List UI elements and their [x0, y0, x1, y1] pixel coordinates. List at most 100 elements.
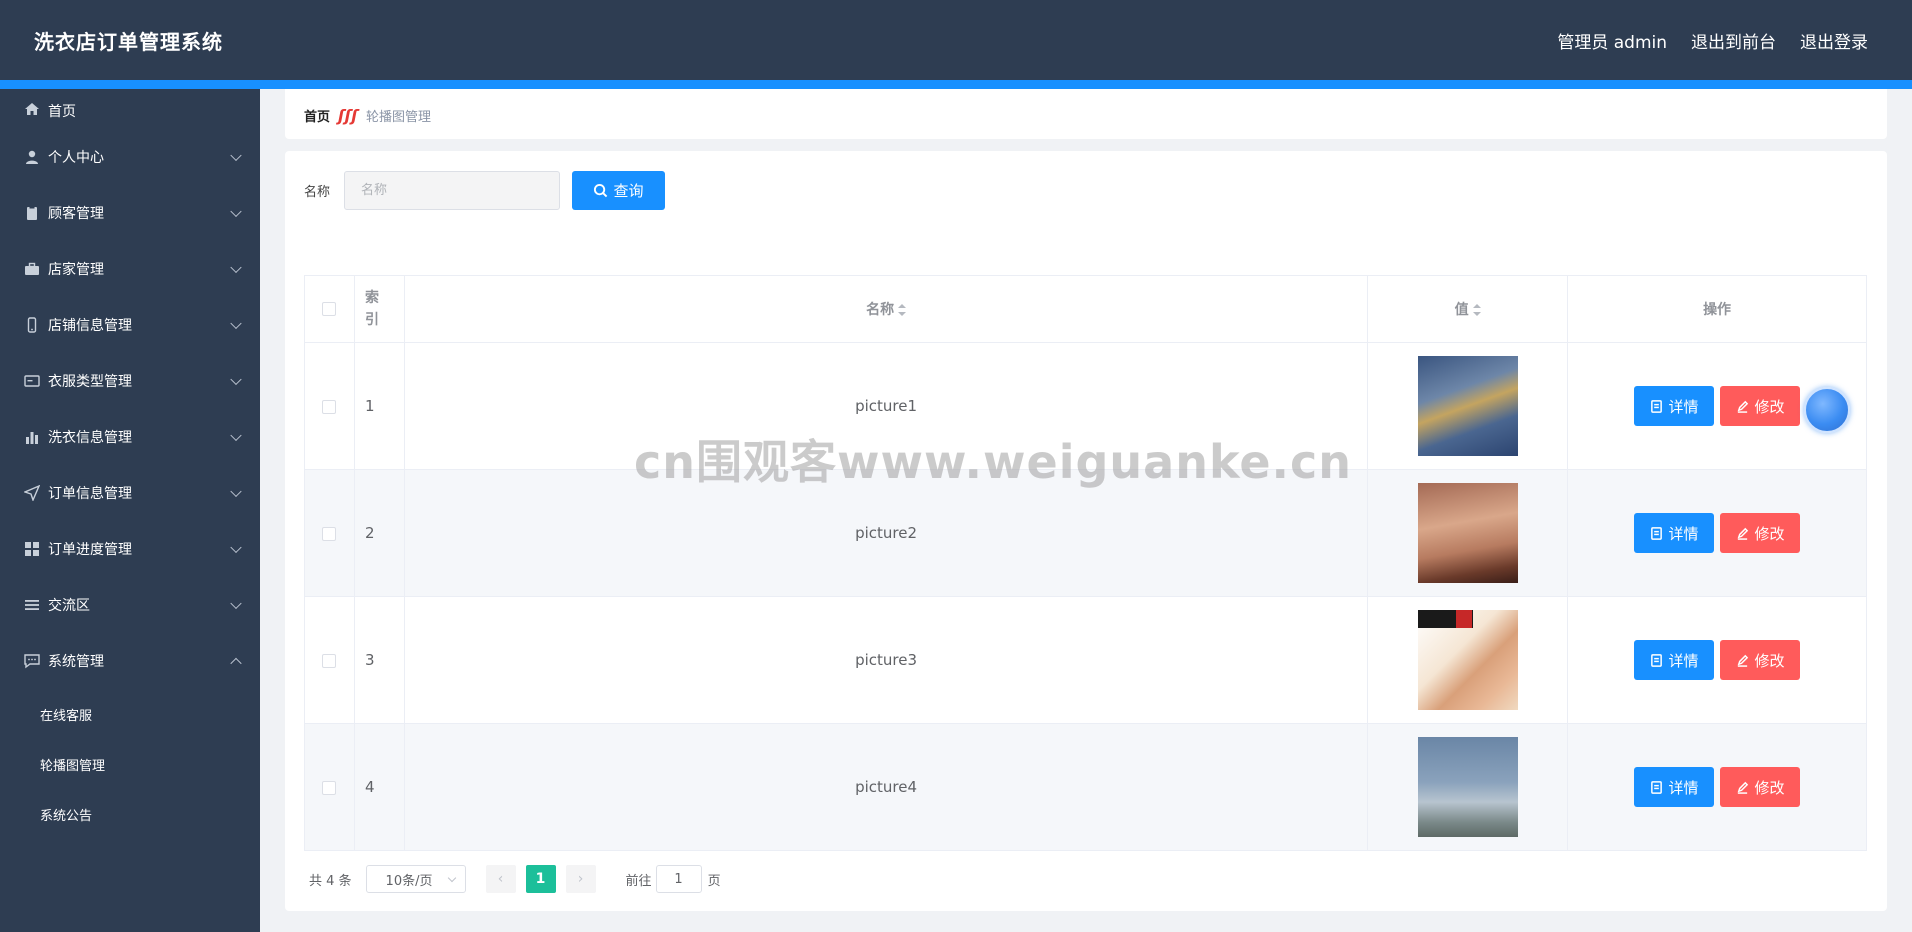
sidebar-item-profile[interactable]: 个人中心 [0, 129, 260, 185]
edit-button[interactable]: 修改 [1720, 640, 1801, 680]
edit-button[interactable]: 修改 [1720, 386, 1801, 426]
sidebar-item-laundry-info[interactable]: 洗衣信息管理 [0, 409, 260, 465]
sidebar-item-home[interactable]: 首页 [0, 89, 260, 129]
table-header-row: 索 引 名称 值 操作 [304, 275, 1867, 343]
row-checkbox-cell [304, 469, 355, 597]
logout-link[interactable]: 退出登录 [1800, 28, 1868, 53]
edit-button-label: 修改 [1754, 524, 1785, 543]
thumbnail-image[interactable] [1417, 737, 1518, 837]
admin-user-label[interactable]: 管理员 admin [1557, 28, 1667, 53]
edit-icon [1737, 527, 1748, 540]
row-actions: 详情 修改 [1567, 469, 1867, 597]
row-checkbox-cell [304, 596, 355, 724]
sidebar-item-label: 店铺信息管理 [48, 318, 132, 334]
edit-button-label: 修改 [1754, 397, 1785, 416]
sidebar-subitem-online-service[interactable]: 在线客服 [0, 689, 260, 739]
thumbnail-image[interactable] [1417, 356, 1518, 456]
row-checkbox[interactable] [322, 780, 337, 795]
table-row: 2 picture2 详情 修改 [304, 469, 1867, 597]
row-actions: 详情 修改 [1567, 723, 1867, 851]
header-name-label: 名称 [866, 302, 895, 318]
table-row: 3 picture3 详情 修改 [304, 596, 1867, 724]
table-row: 1 picture1 详情 修改 [304, 342, 1867, 470]
sidebar-subitem-announcements[interactable]: 系统公告 [0, 789, 260, 839]
document-icon [1650, 399, 1662, 413]
detail-button[interactable]: 详情 [1634, 767, 1715, 807]
floating-assistant-button[interactable] [1804, 387, 1850, 433]
clipboard-icon [24, 205, 40, 221]
pagination-total: 共 4 条 [309, 873, 352, 889]
card-icon [24, 373, 40, 389]
chevron-down-icon [230, 149, 242, 162]
chevron-up-icon [230, 657, 242, 670]
breadcrumb-current: 轮播图管理 [365, 110, 431, 125]
sort-icon[interactable] [1472, 304, 1481, 316]
sidebar-item-order-progress[interactable]: 订单进度管理 [0, 521, 260, 577]
detail-button[interactable]: 详情 [1634, 513, 1715, 553]
page-number-1[interactable]: 1 [525, 865, 556, 893]
breadcrumb-home[interactable]: 首页 [304, 106, 330, 125]
thumbnail-image[interactable] [1417, 483, 1518, 583]
chevron-down-icon [230, 541, 242, 554]
sidebar-item-clothing-types[interactable]: 衣服类型管理 [0, 353, 260, 409]
header-checkbox-cell [304, 275, 355, 343]
chevron-down-icon [230, 597, 242, 610]
sort-icon[interactable] [898, 304, 907, 316]
edit-button[interactable]: 修改 [1720, 513, 1801, 553]
sidebar-item-forum[interactable]: 交流区 [0, 577, 260, 633]
search-button[interactable]: 查询 [572, 171, 665, 210]
chevron-down-icon [230, 317, 242, 330]
sidebar-item-shops[interactable]: 店家管理 [0, 241, 260, 297]
row-index: 4 [353, 723, 405, 851]
header-value-label: 值 [1454, 302, 1469, 318]
detail-button[interactable]: 详情 [1634, 386, 1715, 426]
edit-icon [1737, 400, 1748, 413]
document-icon [1650, 653, 1662, 667]
page-size-select[interactable]: 10条/页 [365, 865, 466, 893]
app-title: 洗衣店订单管理系统 [34, 30, 223, 54]
row-checkbox[interactable] [322, 526, 337, 541]
detail-button-label: 详情 [1668, 778, 1699, 797]
sidebar-subitem-carousel[interactable]: 轮播图管理 [0, 739, 260, 789]
breadcrumb: 首页 ʃʃʃ 轮播图管理 [304, 106, 431, 126]
select-all-checkbox[interactable] [322, 302, 337, 316]
send-icon [23, 484, 41, 502]
row-value [1367, 342, 1569, 470]
exit-to-front-link[interactable]: 退出到前台 [1691, 28, 1776, 53]
briefcase-icon [24, 261, 40, 277]
sidebar: 首页 个人中心 顾客管理 店家管理 店铺信息管理 衣服类型管理 洗衣信息管理 订… [0, 89, 260, 932]
sidebar-item-label: 店家管理 [48, 262, 104, 278]
document-icon [1650, 780, 1662, 794]
edit-button-label: 修改 [1754, 778, 1785, 797]
row-value [1367, 596, 1569, 724]
sidebar-item-label: 交流区 [48, 598, 90, 614]
sidebar-item-order-info[interactable]: 订单信息管理 [0, 465, 260, 521]
header-index-line1: 索 [364, 290, 379, 306]
search-icon [594, 183, 608, 198]
row-checkbox[interactable] [322, 653, 337, 668]
sidebar-item-label: 个人中心 [48, 150, 104, 166]
chevron-down-icon [230, 261, 242, 274]
edit-button[interactable]: 修改 [1720, 767, 1801, 807]
thumbnail-image[interactable] [1417, 610, 1518, 710]
sidebar-item-shop-info[interactable]: 店铺信息管理 [0, 297, 260, 353]
sidebar-item-system[interactable]: 系统管理 [0, 633, 260, 689]
breadcrumb-separator-icon: ʃʃʃ [338, 106, 358, 125]
page-suffix: 页 [707, 873, 721, 889]
user-icon [24, 149, 40, 165]
chat-icon [24, 653, 40, 669]
header-value[interactable]: 值 [1367, 275, 1569, 343]
chevron-down-icon [230, 429, 242, 442]
header-name[interactable]: 名称 [403, 275, 1369, 343]
search-input[interactable] [344, 171, 560, 210]
search-label: 名称 [304, 185, 331, 200]
header-actions: 操作 [1567, 275, 1867, 343]
prev-page-button[interactable]: ‹ [485, 865, 516, 893]
pagination: 共 4 条 10条/页 ‹ 1 › 前往 页 [309, 865, 721, 893]
sidebar-item-label: 洗衣信息管理 [48, 430, 132, 446]
row-checkbox[interactable] [322, 399, 337, 414]
next-page-button[interactable]: › [565, 865, 596, 893]
sidebar-item-customers[interactable]: 顾客管理 [0, 185, 260, 241]
detail-button[interactable]: 详情 [1634, 640, 1715, 680]
goto-page-input[interactable] [655, 865, 702, 893]
